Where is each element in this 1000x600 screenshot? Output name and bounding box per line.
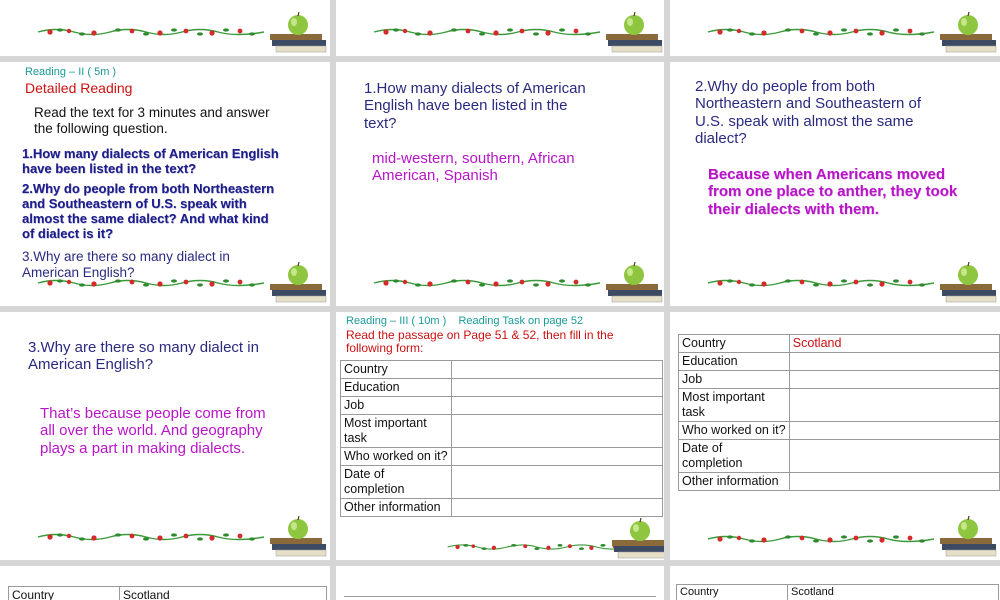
table-row: Most important task [678,388,1000,422]
row-label: Other information [340,498,452,517]
slide-thumb-11[interactable] [336,566,664,600]
row-label: Job [678,370,790,389]
fill-in-form: Country Scotland Education Job Most impor… [678,334,1000,491]
vine-border [372,278,602,288]
apple-on-books-icon [266,516,328,560]
table-row: Most important task [340,414,663,448]
vine-border [36,278,266,288]
fill-in-form: Country Scotland [676,583,999,600]
table-row: Other information [340,498,663,517]
table-row: Country [340,360,663,379]
slide-heading: Detailed Reading [25,80,133,96]
row-label: Most important task [340,414,452,448]
table-row: Country Scotland [678,334,1000,353]
question-text: 2.Why do people from both Northeastern a… [695,78,921,147]
table-row: Education [340,378,663,397]
row-value-cell[interactable] [451,447,663,466]
row-label: Other information [678,472,790,491]
question-text: 1.How many dialects of American English … [364,80,586,132]
question-1: 1.How many dialects of American English … [22,146,279,176]
row-label: Country [678,334,790,353]
section-label: Reading – III ( 10m ) Reading Task on pa… [346,315,584,327]
slide-thumb-4[interactable]: Reading – II ( 5m ) Detailed Reading Rea… [0,62,330,306]
row-value-cell[interactable] [451,498,663,517]
table-row: Education [678,352,1000,371]
row-value-cell[interactable] [451,396,663,415]
row-value-cell[interactable]: Scotland [788,334,1000,353]
table-row: Date of completion [340,465,663,499]
slide-thumb-8[interactable]: Reading – III ( 10m ) Reading Task on pa… [336,312,664,560]
slide-thumb-1[interactable] [0,0,330,56]
row-label: Date of completion [340,465,452,499]
question-3: 3.Why are there so many dialect in Ameri… [22,249,230,280]
row-label: Who worked on it? [678,421,790,440]
row-label: Job [340,396,452,415]
row-value-cell[interactable] [788,388,1000,422]
apple-on-books-icon [936,262,998,306]
slide-thumb-10[interactable]: Country Scotland [0,566,330,600]
slide-thumb-7[interactable]: 3.Why are there so many dialect in Ameri… [0,312,330,560]
apple-on-books-icon [936,12,998,56]
fill-in-form: Country Scotland [8,585,327,600]
table-row: Job [340,396,663,415]
row-label: Who worked on it? [340,447,452,466]
row-label: Date of completion [678,439,790,473]
vine-border [36,532,266,542]
row-value-cell[interactable] [788,421,1000,440]
table-row: Other information [678,472,1000,491]
vine-border [36,27,266,37]
table-row: Country Scotland [676,583,999,600]
question-2: 2.Why do people from both Northeastern a… [22,181,275,241]
slide-thumb-12[interactable]: Country Scotland [670,566,1000,600]
apple-on-books-icon [608,518,664,560]
apple-on-books-icon [602,12,664,56]
slide-thumb-3[interactable] [670,0,1000,56]
row-value-cell[interactable] [451,378,663,397]
fill-in-form: Country Education Job Most important tas… [340,360,663,517]
instruction-text: Read the text for 3 minutes and answer t… [34,105,270,136]
row-value-cell[interactable] [451,414,663,448]
slide-thumb-5[interactable]: 1.How many dialects of American English … [336,62,664,306]
row-label: Country [8,585,120,600]
answer-text: mid-western, southern, African American,… [372,150,575,185]
row-label: Education [678,352,790,371]
row-value-cell[interactable] [451,465,663,499]
row-value-cell[interactable] [788,472,1000,491]
row-label: Country [340,360,452,379]
question-text: 3.Why are there so many dialect in Ameri… [28,339,259,374]
answer-text: Because when Americans moved from one pl… [708,166,958,218]
row-label: Most important task [678,388,790,422]
table-row: Who worked on it? [340,447,663,466]
apple-on-books-icon [266,12,328,56]
slide-thumb-2[interactable] [336,0,664,56]
row-value-cell[interactable]: Scotland [119,585,327,600]
table-row: Job [678,370,1000,389]
vine-border [706,278,936,288]
instruction-text: Read the passage on Page 51 & 52, then f… [346,328,614,356]
table-row: Country Scotland [8,585,327,600]
row-label: Education [340,378,452,397]
section-label: Reading – II ( 5m ) [25,66,117,78]
vine-border [706,534,936,544]
row-value-cell[interactable] [788,352,1000,371]
row-label: Country [676,583,788,600]
row-value-cell[interactable] [788,439,1000,473]
slide-thumb-6[interactable]: 2.Why do people from both Northeastern a… [670,62,1000,306]
table-row: Who worked on it? [678,421,1000,440]
apple-on-books-icon [936,516,998,560]
row-value-cell[interactable]: Scotland [787,583,999,600]
table-top-border [344,596,656,597]
row-value-cell[interactable] [788,370,1000,389]
table-row: Date of completion [678,439,1000,473]
slide-thumb-9[interactable]: Country Scotland Education Job Most impor… [670,312,1000,560]
apple-on-books-icon [266,262,328,306]
vine-border [706,27,936,37]
apple-on-books-icon [602,262,664,306]
row-value-cell[interactable] [451,360,663,379]
vine-border [372,27,602,37]
answer-text: That’s because people come from all over… [40,405,266,457]
